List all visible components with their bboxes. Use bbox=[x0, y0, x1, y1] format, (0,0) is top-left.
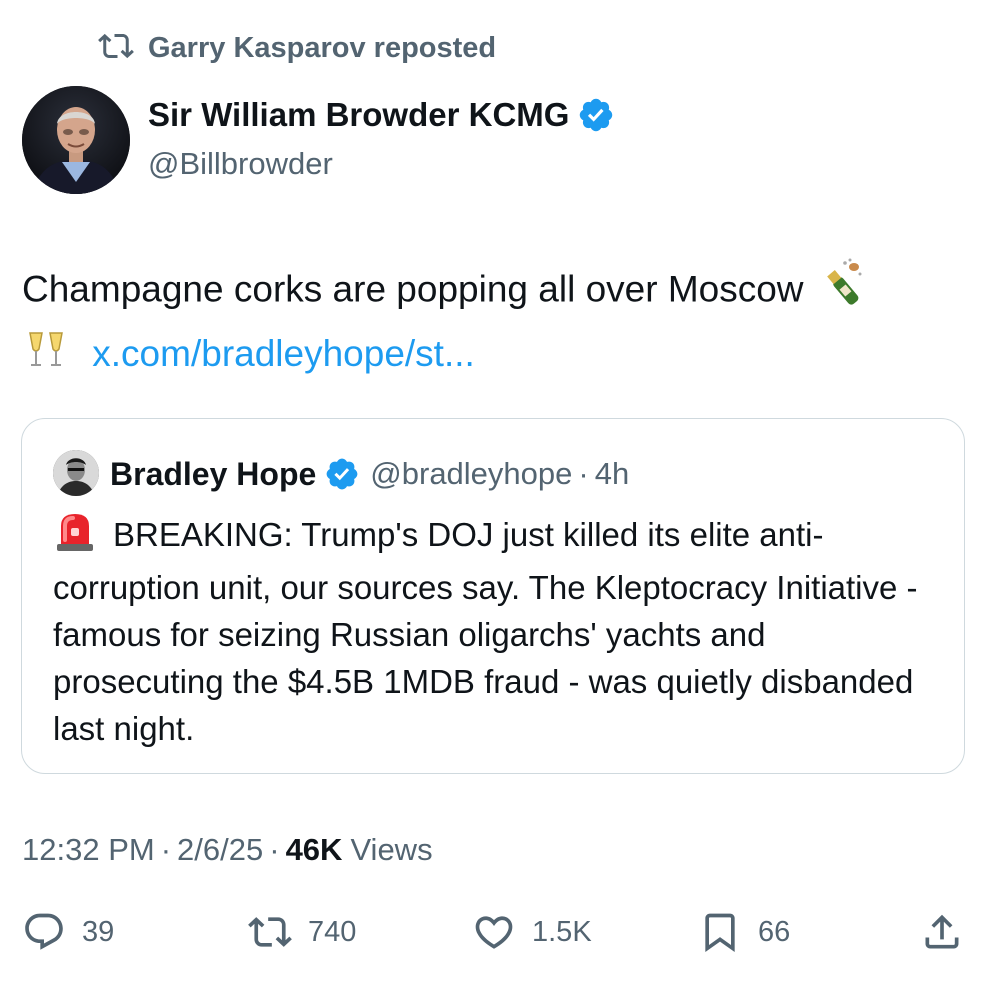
author-handle[interactable]: @Billbrowder bbox=[148, 146, 333, 182]
tweet-text-content: Champagne corks are popping all over Mos… bbox=[22, 268, 804, 310]
quote-timestamp[interactable]: 4h bbox=[595, 456, 629, 492]
bookmark-button[interactable]: 66 bbox=[698, 906, 790, 958]
reply-button[interactable]: 39 bbox=[22, 906, 114, 958]
quote-author-avatar[interactable] bbox=[53, 450, 99, 496]
tweet-time[interactable]: 12:32 PM bbox=[22, 832, 155, 868]
quote-text-content: BREAKING: Trump's DOJ just killed its el… bbox=[53, 516, 918, 747]
quote-verified-badge-icon bbox=[326, 458, 358, 490]
quote-author-name[interactable]: Bradley Hope bbox=[110, 456, 316, 493]
quote-text: BREAKING: Trump's DOJ just killed its el… bbox=[53, 510, 943, 752]
views-count: 46K bbox=[285, 832, 343, 867]
meta-separator: · bbox=[269, 832, 280, 867]
tweet-date[interactable]: 2/6/25 bbox=[177, 832, 263, 868]
reply-count: 39 bbox=[82, 915, 115, 948]
clinking-glasses-icon bbox=[22, 325, 70, 388]
repost-icon bbox=[98, 28, 134, 69]
quote-separator: · bbox=[578, 456, 589, 491]
views-label: Views bbox=[350, 832, 433, 867]
heart-icon bbox=[475, 916, 513, 949]
tweet-link[interactable]: x.com/bradleyhope/st... bbox=[92, 333, 475, 374]
tweet-text: Champagne corks are popping all over Mos… bbox=[22, 258, 972, 388]
police-car-light-icon bbox=[53, 510, 97, 564]
repost-label: Garry Kasparov reposted bbox=[148, 31, 497, 64]
bookmark-icon bbox=[705, 913, 735, 953]
quote-header: Bradley Hope @bradleyhope · 4h bbox=[110, 452, 629, 496]
author-name-row[interactable]: Sir William Browder KCMG bbox=[148, 96, 615, 134]
like-count: 1.5K bbox=[532, 915, 592, 948]
bookmark-count: 66 bbox=[758, 915, 791, 948]
reply-icon bbox=[25, 913, 63, 950]
repost-count: 740 bbox=[308, 915, 357, 948]
bottle-with-popping-cork-icon bbox=[814, 258, 866, 325]
like-button[interactable]: 1.5K bbox=[472, 906, 592, 958]
share-icon bbox=[925, 914, 959, 949]
author-name[interactable]: Sir William Browder KCMG bbox=[148, 96, 569, 134]
meta-separator: · bbox=[160, 832, 172, 867]
repost-action-icon bbox=[248, 917, 292, 947]
tweet-meta: 12:32 PM · 2/6/25 · 46K Views bbox=[22, 832, 433, 868]
repost-header[interactable]: Garry Kasparov reposted bbox=[98, 26, 496, 70]
quote-author-handle[interactable]: @bradleyhope bbox=[370, 456, 572, 492]
share-button[interactable] bbox=[920, 906, 964, 958]
repost-button[interactable]: 740 bbox=[248, 906, 356, 958]
author-avatar[interactable] bbox=[22, 86, 130, 194]
verified-badge-icon bbox=[580, 98, 613, 132]
